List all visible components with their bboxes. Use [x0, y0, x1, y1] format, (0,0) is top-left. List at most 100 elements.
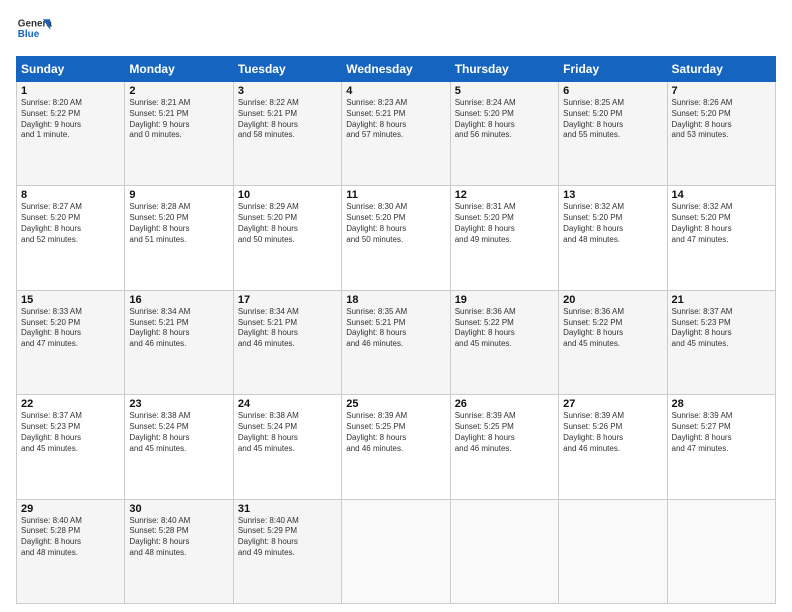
day-info: Sunrise: 8:30 AM Sunset: 5:20 PM Dayligh… [346, 202, 445, 245]
day-cell: 30Sunrise: 8:40 AM Sunset: 5:28 PM Dayli… [125, 499, 233, 603]
day-info: Sunrise: 8:36 AM Sunset: 5:22 PM Dayligh… [563, 307, 662, 350]
day-cell: 11Sunrise: 8:30 AM Sunset: 5:20 PM Dayli… [342, 186, 450, 290]
calendar-table: SundayMondayTuesdayWednesdayThursdayFrid… [16, 56, 776, 604]
logo-icon: General Blue [16, 12, 52, 48]
day-cell [559, 499, 667, 603]
day-number: 31 [238, 503, 337, 515]
week-row-2: 8Sunrise: 8:27 AM Sunset: 5:20 PM Daylig… [17, 186, 776, 290]
day-info: Sunrise: 8:37 AM Sunset: 5:23 PM Dayligh… [672, 307, 771, 350]
day-cell: 17Sunrise: 8:34 AM Sunset: 5:21 PM Dayli… [233, 290, 341, 394]
col-header-sunday: Sunday [17, 57, 125, 82]
day-info: Sunrise: 8:39 AM Sunset: 5:25 PM Dayligh… [455, 411, 554, 454]
day-cell: 6Sunrise: 8:25 AM Sunset: 5:20 PM Daylig… [559, 82, 667, 186]
col-header-wednesday: Wednesday [342, 57, 450, 82]
day-cell: 26Sunrise: 8:39 AM Sunset: 5:25 PM Dayli… [450, 395, 558, 499]
day-number: 30 [129, 503, 228, 515]
day-number: 3 [238, 85, 337, 97]
day-cell: 25Sunrise: 8:39 AM Sunset: 5:25 PM Dayli… [342, 395, 450, 499]
day-number: 26 [455, 398, 554, 410]
day-info: Sunrise: 8:38 AM Sunset: 5:24 PM Dayligh… [129, 411, 228, 454]
day-cell: 24Sunrise: 8:38 AM Sunset: 5:24 PM Dayli… [233, 395, 341, 499]
day-cell: 8Sunrise: 8:27 AM Sunset: 5:20 PM Daylig… [17, 186, 125, 290]
day-info: Sunrise: 8:40 AM Sunset: 5:28 PM Dayligh… [21, 516, 120, 559]
day-info: Sunrise: 8:32 AM Sunset: 5:20 PM Dayligh… [672, 202, 771, 245]
week-row-4: 22Sunrise: 8:37 AM Sunset: 5:23 PM Dayli… [17, 395, 776, 499]
page: General Blue SundayMondayTuesdayWednesda… [0, 0, 792, 612]
day-number: 14 [672, 189, 771, 201]
col-header-thursday: Thursday [450, 57, 558, 82]
day-info: Sunrise: 8:28 AM Sunset: 5:20 PM Dayligh… [129, 202, 228, 245]
day-number: 27 [563, 398, 662, 410]
day-number: 17 [238, 294, 337, 306]
day-info: Sunrise: 8:32 AM Sunset: 5:20 PM Dayligh… [563, 202, 662, 245]
day-cell: 21Sunrise: 8:37 AM Sunset: 5:23 PM Dayli… [667, 290, 775, 394]
day-info: Sunrise: 8:31 AM Sunset: 5:20 PM Dayligh… [455, 202, 554, 245]
day-cell [667, 499, 775, 603]
day-cell: 22Sunrise: 8:37 AM Sunset: 5:23 PM Dayli… [17, 395, 125, 499]
day-cell: 15Sunrise: 8:33 AM Sunset: 5:20 PM Dayli… [17, 290, 125, 394]
calendar-header-row: SundayMondayTuesdayWednesdayThursdayFrid… [17, 57, 776, 82]
day-cell: 14Sunrise: 8:32 AM Sunset: 5:20 PM Dayli… [667, 186, 775, 290]
day-info: Sunrise: 8:36 AM Sunset: 5:22 PM Dayligh… [455, 307, 554, 350]
week-row-5: 29Sunrise: 8:40 AM Sunset: 5:28 PM Dayli… [17, 499, 776, 603]
day-number: 19 [455, 294, 554, 306]
day-number: 12 [455, 189, 554, 201]
header: General Blue [16, 12, 776, 48]
day-info: Sunrise: 8:23 AM Sunset: 5:21 PM Dayligh… [346, 98, 445, 141]
day-number: 24 [238, 398, 337, 410]
day-info: Sunrise: 8:22 AM Sunset: 5:21 PM Dayligh… [238, 98, 337, 141]
day-info: Sunrise: 8:25 AM Sunset: 5:20 PM Dayligh… [563, 98, 662, 141]
col-header-saturday: Saturday [667, 57, 775, 82]
day-cell: 5Sunrise: 8:24 AM Sunset: 5:20 PM Daylig… [450, 82, 558, 186]
day-info: Sunrise: 8:20 AM Sunset: 5:22 PM Dayligh… [21, 98, 120, 141]
day-info: Sunrise: 8:24 AM Sunset: 5:20 PM Dayligh… [455, 98, 554, 141]
day-cell: 1Sunrise: 8:20 AM Sunset: 5:22 PM Daylig… [17, 82, 125, 186]
day-info: Sunrise: 8:29 AM Sunset: 5:20 PM Dayligh… [238, 202, 337, 245]
day-cell: 13Sunrise: 8:32 AM Sunset: 5:20 PM Dayli… [559, 186, 667, 290]
day-info: Sunrise: 8:34 AM Sunset: 5:21 PM Dayligh… [129, 307, 228, 350]
day-number: 8 [21, 189, 120, 201]
day-info: Sunrise: 8:27 AM Sunset: 5:20 PM Dayligh… [21, 202, 120, 245]
day-number: 9 [129, 189, 228, 201]
day-info: Sunrise: 8:40 AM Sunset: 5:29 PM Dayligh… [238, 516, 337, 559]
day-cell: 16Sunrise: 8:34 AM Sunset: 5:21 PM Dayli… [125, 290, 233, 394]
day-info: Sunrise: 8:39 AM Sunset: 5:26 PM Dayligh… [563, 411, 662, 454]
day-info: Sunrise: 8:38 AM Sunset: 5:24 PM Dayligh… [238, 411, 337, 454]
day-number: 16 [129, 294, 228, 306]
day-number: 18 [346, 294, 445, 306]
day-number: 6 [563, 85, 662, 97]
day-number: 11 [346, 189, 445, 201]
day-number: 10 [238, 189, 337, 201]
day-info: Sunrise: 8:21 AM Sunset: 5:21 PM Dayligh… [129, 98, 228, 141]
day-cell: 28Sunrise: 8:39 AM Sunset: 5:27 PM Dayli… [667, 395, 775, 499]
day-info: Sunrise: 8:26 AM Sunset: 5:20 PM Dayligh… [672, 98, 771, 141]
day-cell: 27Sunrise: 8:39 AM Sunset: 5:26 PM Dayli… [559, 395, 667, 499]
day-number: 15 [21, 294, 120, 306]
day-cell [342, 499, 450, 603]
day-number: 21 [672, 294, 771, 306]
day-cell: 12Sunrise: 8:31 AM Sunset: 5:20 PM Dayli… [450, 186, 558, 290]
day-number: 25 [346, 398, 445, 410]
week-row-1: 1Sunrise: 8:20 AM Sunset: 5:22 PM Daylig… [17, 82, 776, 186]
col-header-tuesday: Tuesday [233, 57, 341, 82]
svg-text:Blue: Blue [18, 29, 40, 40]
day-number: 1 [21, 85, 120, 97]
day-number: 22 [21, 398, 120, 410]
day-cell: 18Sunrise: 8:35 AM Sunset: 5:21 PM Dayli… [342, 290, 450, 394]
day-number: 28 [672, 398, 771, 410]
day-number: 23 [129, 398, 228, 410]
day-info: Sunrise: 8:40 AM Sunset: 5:28 PM Dayligh… [129, 516, 228, 559]
day-number: 7 [672, 85, 771, 97]
day-cell: 7Sunrise: 8:26 AM Sunset: 5:20 PM Daylig… [667, 82, 775, 186]
day-number: 13 [563, 189, 662, 201]
day-cell: 10Sunrise: 8:29 AM Sunset: 5:20 PM Dayli… [233, 186, 341, 290]
logo: General Blue [16, 12, 52, 48]
day-cell: 31Sunrise: 8:40 AM Sunset: 5:29 PM Dayli… [233, 499, 341, 603]
day-number: 20 [563, 294, 662, 306]
day-number: 29 [21, 503, 120, 515]
day-cell: 29Sunrise: 8:40 AM Sunset: 5:28 PM Dayli… [17, 499, 125, 603]
day-cell: 23Sunrise: 8:38 AM Sunset: 5:24 PM Dayli… [125, 395, 233, 499]
day-number: 4 [346, 85, 445, 97]
day-cell: 20Sunrise: 8:36 AM Sunset: 5:22 PM Dayli… [559, 290, 667, 394]
day-number: 5 [455, 85, 554, 97]
